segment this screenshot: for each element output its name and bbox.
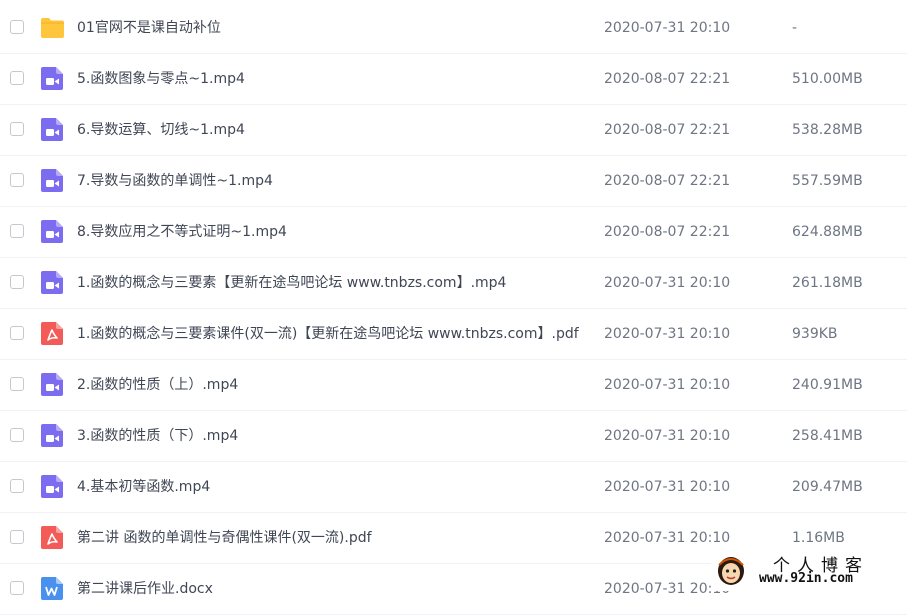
file-date: 2020-08-07 22:21 bbox=[604, 224, 731, 240]
file-name[interactable]: 3.函数的性质（下）.mp4 bbox=[77, 426, 580, 446]
file-name[interactable]: 01官网不是课自动补位 bbox=[77, 18, 580, 38]
word-icon bbox=[41, 577, 63, 600]
file-checkbox[interactable] bbox=[10, 275, 24, 289]
file-checkbox[interactable] bbox=[10, 377, 24, 391]
file-checkbox[interactable] bbox=[10, 581, 24, 595]
file-size: 1.16MB bbox=[792, 530, 845, 546]
file-row[interactable]: 1.函数的概念与三要素【更新在途鸟吧论坛 www.tnbzs.com】.mp4 2… bbox=[0, 258, 907, 309]
file-checkbox[interactable] bbox=[10, 71, 24, 85]
file-checkbox[interactable] bbox=[10, 530, 24, 544]
file-row[interactable]: 1.函数的概念与三要素课件(双一流)【更新在途鸟吧论坛 www.tnbzs.co… bbox=[0, 309, 907, 360]
file-date: 2020-07-31 20:10 bbox=[604, 428, 731, 444]
file-checkbox[interactable] bbox=[10, 326, 24, 340]
file-size: 939KB bbox=[792, 326, 838, 342]
folder-icon bbox=[41, 18, 64, 38]
file-size: 624.88MB bbox=[792, 224, 863, 240]
file-size: 258.41MB bbox=[792, 428, 863, 444]
file-checkbox[interactable] bbox=[10, 479, 24, 493]
file-list: 01官网不是课自动补位 2020-07-31 20:10 - 5.函数图象与零点~1.… bbox=[0, 3, 907, 615]
mascot-avatar-icon bbox=[718, 557, 744, 585]
file-date: 2020-07-31 20:10 bbox=[604, 377, 731, 393]
file-date: 2020-07-31 20:10 bbox=[604, 530, 731, 546]
file-name[interactable]: 6.导数运算、切线~1.mp4 bbox=[77, 120, 580, 140]
file-row[interactable]: 7.导数与函数的单调性~1.mp4 2020-08-07 22:21 557.59M… bbox=[0, 156, 907, 207]
file-row[interactable]: 2.函数的性质（上）.mp4 2020-07-31 20:10 240.91MB bbox=[0, 360, 907, 411]
video-icon bbox=[41, 169, 63, 192]
file-date: 2020-08-07 22:21 bbox=[604, 71, 731, 87]
video-icon bbox=[41, 424, 63, 447]
file-size: 209.47MB bbox=[792, 479, 863, 495]
file-checkbox[interactable] bbox=[10, 122, 24, 136]
video-icon bbox=[41, 475, 63, 498]
file-size: 240.91MB bbox=[792, 377, 863, 393]
pdf-icon bbox=[41, 322, 63, 345]
file-date: 2020-07-31 20:10 bbox=[604, 275, 731, 291]
file-date: 2020-08-07 22:21 bbox=[604, 122, 731, 138]
video-icon bbox=[41, 118, 63, 141]
file-size: 261.18MB bbox=[792, 275, 863, 291]
file-name[interactable]: 1.函数的概念与三要素课件(双一流)【更新在途鸟吧论坛 www.tnbzs.co… bbox=[77, 324, 580, 344]
file-row[interactable]: 01官网不是课自动补位 2020-07-31 20:10 - bbox=[0, 3, 907, 54]
file-name[interactable]: 第二讲课后作业.docx bbox=[77, 579, 580, 599]
file-date: 2020-07-31 20:10 bbox=[604, 20, 731, 36]
file-date: 2020-07-31 20:10 bbox=[604, 479, 731, 495]
file-checkbox[interactable] bbox=[10, 173, 24, 187]
file-checkbox[interactable] bbox=[10, 20, 24, 34]
file-size: 557.59MB bbox=[792, 173, 863, 189]
video-icon bbox=[41, 220, 63, 243]
video-icon bbox=[41, 67, 63, 90]
pdf-icon bbox=[41, 526, 63, 549]
file-name[interactable]: 1.函数的概念与三要素【更新在途鸟吧论坛 www.tnbzs.com】.mp4 bbox=[77, 273, 580, 293]
file-checkbox[interactable] bbox=[10, 224, 24, 238]
file-row[interactable]: 3.函数的性质（下）.mp4 2020-07-31 20:10 258.41MB bbox=[0, 411, 907, 462]
file-name[interactable]: 5.函数图象与零点~1.mp4 bbox=[77, 69, 580, 89]
file-row[interactable]: 5.函数图象与零点~1.mp4 2020-08-07 22:21 510.00MB bbox=[0, 54, 907, 105]
video-icon bbox=[41, 271, 63, 294]
file-row[interactable]: 8.导数应用之不等式证明~1.mp4 2020-08-07 22:21 624.88… bbox=[0, 207, 907, 258]
file-row[interactable]: 6.导数运算、切线~1.mp4 2020-08-07 22:21 538.28MB bbox=[0, 105, 907, 156]
file-name[interactable]: 7.导数与函数的单调性~1.mp4 bbox=[77, 171, 580, 191]
file-name[interactable]: 第二讲 函数的单调性与奇偶性课件(双一流).pdf bbox=[77, 528, 580, 548]
file-size: 510.00MB bbox=[792, 71, 863, 87]
file-row[interactable]: 4.基本初等函数.mp4 2020-07-31 20:10 209.47MB bbox=[0, 462, 907, 513]
file-date: 2020-07-31 20:10 bbox=[604, 326, 731, 342]
file-checkbox[interactable] bbox=[10, 428, 24, 442]
file-name[interactable]: 4.基本初等函数.mp4 bbox=[77, 477, 580, 497]
watermark-url: www.92in.com bbox=[759, 571, 853, 586]
watermark: 个人博客 www.92in.com bbox=[711, 549, 907, 591]
video-icon bbox=[41, 373, 63, 396]
file-name[interactable]: 8.导数应用之不等式证明~1.mp4 bbox=[77, 222, 580, 242]
file-name[interactable]: 2.函数的性质（上）.mp4 bbox=[77, 375, 580, 395]
file-size: 538.28MB bbox=[792, 122, 863, 138]
file-size: - bbox=[792, 20, 798, 36]
file-date: 2020-08-07 22:21 bbox=[604, 173, 731, 189]
